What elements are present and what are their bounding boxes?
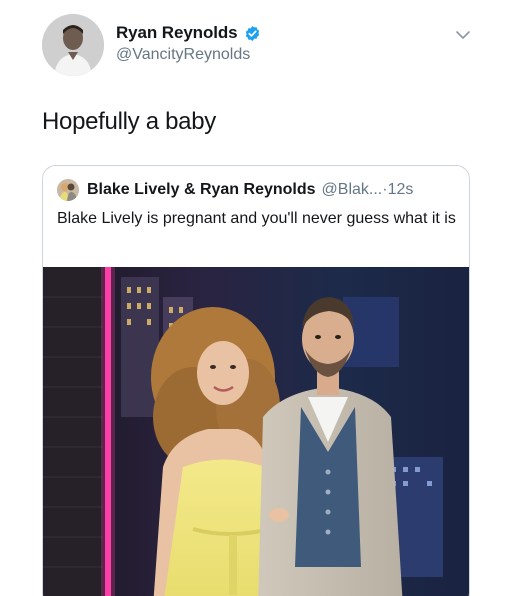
avatar-photo-icon <box>42 14 104 76</box>
quoted-author-avatar <box>57 179 79 201</box>
author-handle[interactable]: @VancityReynolds <box>116 46 261 64</box>
display-name-row: Ryan Reynolds <box>116 22 261 44</box>
quoted-timestamp: 12s <box>387 181 414 198</box>
quoted-author-display-name: Blake Lively & Ryan Reynolds <box>87 181 316 198</box>
chevron-down-icon[interactable] <box>454 26 472 44</box>
quoted-tweet-photo[interactable] <box>43 267 469 596</box>
verified-badge-icon <box>245 25 259 41</box>
quoted-avatar-photo-icon <box>57 179 79 201</box>
author-display-name[interactable]: Ryan Reynolds <box>116 23 238 43</box>
red-carpet-photo-icon <box>43 267 469 596</box>
tweet-text: Hopefully a baby <box>42 108 216 135</box>
author-avatar[interactable] <box>42 14 104 76</box>
quoted-tweet-card[interactable]: Blake Lively & Ryan Reynolds @Blak... · … <box>42 165 470 596</box>
quoted-author-handle: @Blak... <box>321 181 383 198</box>
tweet: Ryan Reynolds @VancityReynolds Hopefully… <box>0 0 514 596</box>
author-info: Ryan Reynolds @VancityReynolds <box>116 22 261 64</box>
quoted-tweet-header: Blake Lively & Ryan Reynolds @Blak... · … <box>57 179 413 201</box>
quoted-tweet-text: Blake Lively is pregnant and you'll neve… <box>57 210 456 227</box>
